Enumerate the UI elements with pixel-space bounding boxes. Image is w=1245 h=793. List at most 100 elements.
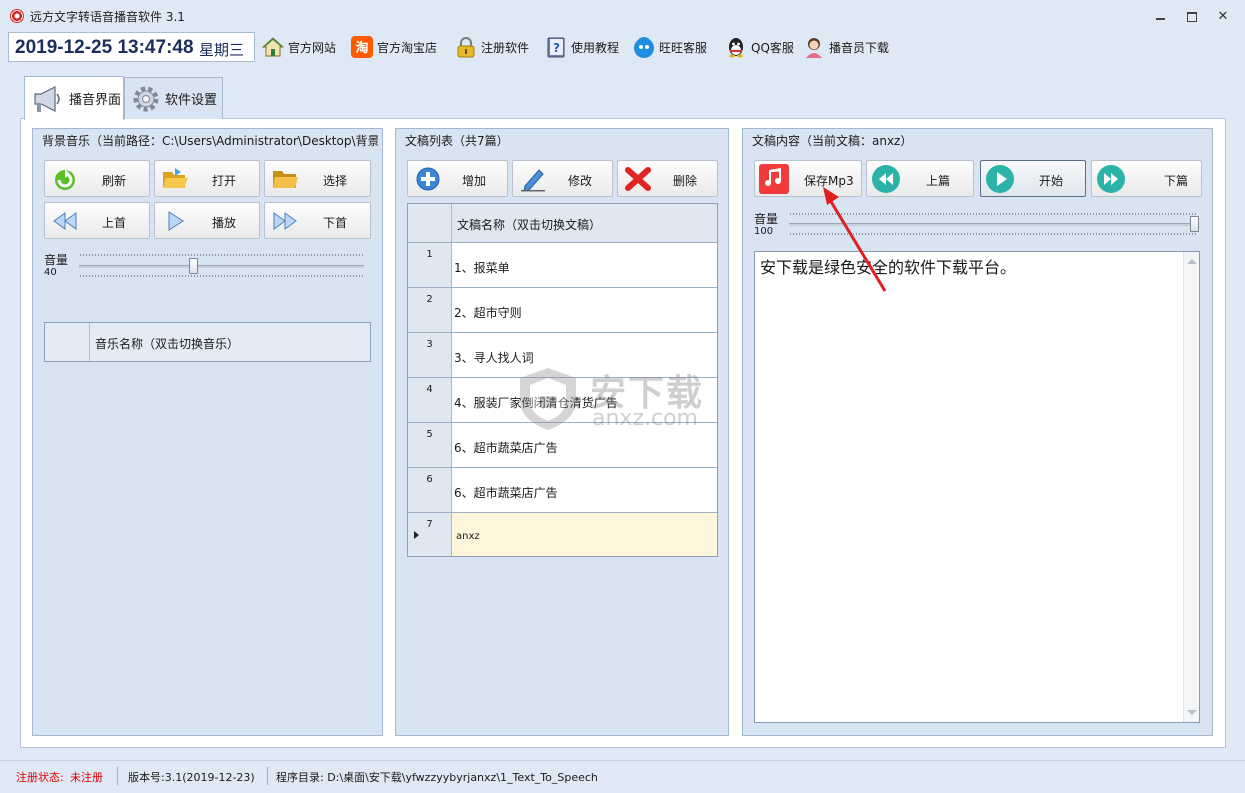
previous-song-button[interactable]: 上首 bbox=[44, 202, 150, 239]
document-list-title: 文稿列表（共7篇） bbox=[405, 134, 509, 148]
music-table-corner bbox=[45, 323, 90, 361]
qq-service-button[interactable]: QQ客服 bbox=[725, 34, 794, 60]
document-table-corner bbox=[408, 204, 452, 242]
start-broadcast-button[interactable]: 开始 bbox=[980, 160, 1086, 197]
document-name: anxz bbox=[456, 531, 480, 542]
refresh-label: 刷新 bbox=[102, 174, 127, 188]
play-icon bbox=[161, 208, 189, 234]
qq-icon bbox=[725, 36, 747, 58]
watermark-en-text: anxz.com bbox=[592, 406, 698, 431]
window-title: 远方文字转语音播音软件 3.1 bbox=[30, 10, 185, 24]
annotation-arrow-icon bbox=[823, 187, 887, 292]
document-name: 6、超市蔬菜店广告 bbox=[454, 441, 558, 455]
play-music-button[interactable]: 播放 bbox=[154, 202, 260, 239]
scroll-down-arrow-icon[interactable] bbox=[1187, 710, 1197, 715]
tab-broadcast-label: 播音界面 bbox=[69, 93, 122, 108]
qq-service-label: QQ客服 bbox=[751, 40, 794, 55]
start-play-icon bbox=[985, 164, 1015, 194]
open-folder-button[interactable]: 打开 bbox=[154, 160, 260, 197]
speech-volume-label: 音量 bbox=[754, 212, 779, 226]
document-content-panel: 文稿内容（当前文稿：anxz） 保存Mp3 上篇 开始 下篇 音量 100 安下… bbox=[742, 128, 1213, 736]
current-datetime: 2019-12-25 13:47:48 bbox=[15, 37, 194, 58]
delete-document-button[interactable]: 删除 bbox=[617, 160, 718, 197]
scroll-up-arrow-icon[interactable] bbox=[1187, 259, 1197, 264]
version-info: 版本号:3.1(2019-12-23) bbox=[128, 771, 255, 784]
open-label: 打开 bbox=[212, 174, 237, 188]
next-document-label: 下篇 bbox=[1164, 174, 1189, 188]
document-text-editor[interactable]: 安下载是绿色安全的软件下载平台。 bbox=[754, 251, 1200, 723]
close-button[interactable] bbox=[1212, 6, 1234, 26]
previous-document-label: 上篇 bbox=[926, 174, 951, 188]
music-volume-track[interactable] bbox=[79, 265, 364, 268]
next-document-button[interactable]: 下篇 bbox=[1091, 160, 1202, 197]
document-name: 2、超市守则 bbox=[454, 306, 522, 320]
edit-label: 修改 bbox=[568, 174, 593, 188]
speech-volume-slider[interactable] bbox=[1190, 216, 1199, 232]
row-number: 2 bbox=[408, 288, 452, 332]
register-software-button[interactable]: 注册软件 bbox=[455, 34, 529, 60]
row-number: 6 bbox=[408, 468, 452, 512]
row-number: 4 bbox=[408, 378, 452, 422]
svg-text:淘: 淘 bbox=[355, 40, 368, 56]
minimize-button[interactable] bbox=[1150, 6, 1172, 26]
app-logo-icon bbox=[10, 9, 24, 23]
help-book-icon: ? bbox=[545, 36, 567, 58]
tab-settings[interactable]: 软件设置 bbox=[124, 77, 223, 119]
maximize-button[interactable] bbox=[1181, 6, 1203, 26]
music-volume-label: 音量 bbox=[44, 253, 69, 267]
select-label: 选择 bbox=[323, 174, 348, 188]
current-weekday: 星期三 bbox=[199, 41, 245, 59]
watermark-shield-icon bbox=[520, 368, 576, 430]
official-website-label: 官方网站 bbox=[288, 40, 337, 55]
announcer-download-button[interactable]: 播音员下载 bbox=[803, 34, 889, 60]
music-volume-slider[interactable] bbox=[189, 258, 199, 274]
status-divider bbox=[267, 767, 268, 785]
status-divider bbox=[117, 767, 118, 785]
official-taobao-label: 官方淘宝店 bbox=[377, 40, 438, 55]
watermark: 安下载 anxz.com bbox=[512, 364, 727, 434]
music-table-header: 音乐名称（双击切换音乐） bbox=[95, 337, 240, 351]
start-label: 开始 bbox=[1039, 174, 1064, 188]
loudspeaker-icon bbox=[31, 84, 65, 114]
document-table-header-row: 文稿名称（双击切换文稿） bbox=[408, 204, 717, 243]
previous-song-label: 上首 bbox=[102, 216, 127, 230]
music-table[interactable]: 音乐名称（双击切换音乐） bbox=[44, 322, 371, 362]
row-number: 5 bbox=[408, 423, 452, 467]
svg-text:?: ? bbox=[553, 41, 560, 55]
table-row[interactable]: 1 1、报菜单 bbox=[408, 243, 717, 288]
title-bar: 远方文字转语音播音软件 3.1 bbox=[0, 0, 1245, 32]
document-table-header: 文稿名称（双击切换文稿） bbox=[457, 218, 602, 232]
edit-document-button[interactable]: 修改 bbox=[512, 160, 613, 197]
row-pointer-icon bbox=[414, 531, 419, 539]
music-volume-ticks-bottom bbox=[80, 275, 363, 277]
next-song-label: 下首 bbox=[323, 216, 348, 230]
wangwang-service-button[interactable]: 旺旺客服 bbox=[633, 34, 707, 60]
text-scrollbar[interactable] bbox=[1183, 252, 1199, 722]
official-taobao-button[interactable]: 淘 官方淘宝店 bbox=[351, 34, 437, 60]
taobao-icon: 淘 bbox=[351, 36, 373, 58]
announcer-icon bbox=[803, 36, 825, 58]
datetime-display: 2019-12-25 13:47:48 星期三 bbox=[8, 32, 255, 62]
usage-tutorial-button[interactable]: ? 使用教程 bbox=[545, 34, 619, 60]
plus-icon bbox=[414, 166, 442, 192]
refresh-music-button[interactable]: 刷新 bbox=[44, 160, 150, 197]
play-label: 播放 bbox=[212, 216, 237, 230]
music-volume-value: 40 bbox=[44, 267, 57, 278]
wangwang-service-label: 旺旺客服 bbox=[659, 40, 708, 55]
table-row[interactable]: 6 6、超市蔬菜店广告 bbox=[408, 468, 717, 513]
select-folder-button[interactable]: 选择 bbox=[264, 160, 371, 197]
official-website-button[interactable]: 官方网站 bbox=[261, 34, 337, 60]
registration-status-label: 注册状态: bbox=[16, 771, 64, 784]
next-song-button[interactable]: 下首 bbox=[264, 202, 371, 239]
gear-icon bbox=[131, 84, 161, 114]
fast-forward-icon bbox=[271, 208, 299, 234]
table-row[interactable]: 7 anxz bbox=[408, 513, 717, 556]
wangwang-icon bbox=[633, 36, 655, 58]
tab-settings-label: 软件设置 bbox=[165, 93, 218, 108]
tab-broadcast[interactable]: 播音界面 bbox=[24, 76, 124, 120]
table-row[interactable]: 2 2、超市守则 bbox=[408, 288, 717, 333]
music-volume-ticks-top bbox=[80, 254, 363, 256]
music-note-icon bbox=[759, 164, 789, 194]
add-document-button[interactable]: 增加 bbox=[407, 160, 508, 197]
folder-icon bbox=[271, 166, 299, 192]
